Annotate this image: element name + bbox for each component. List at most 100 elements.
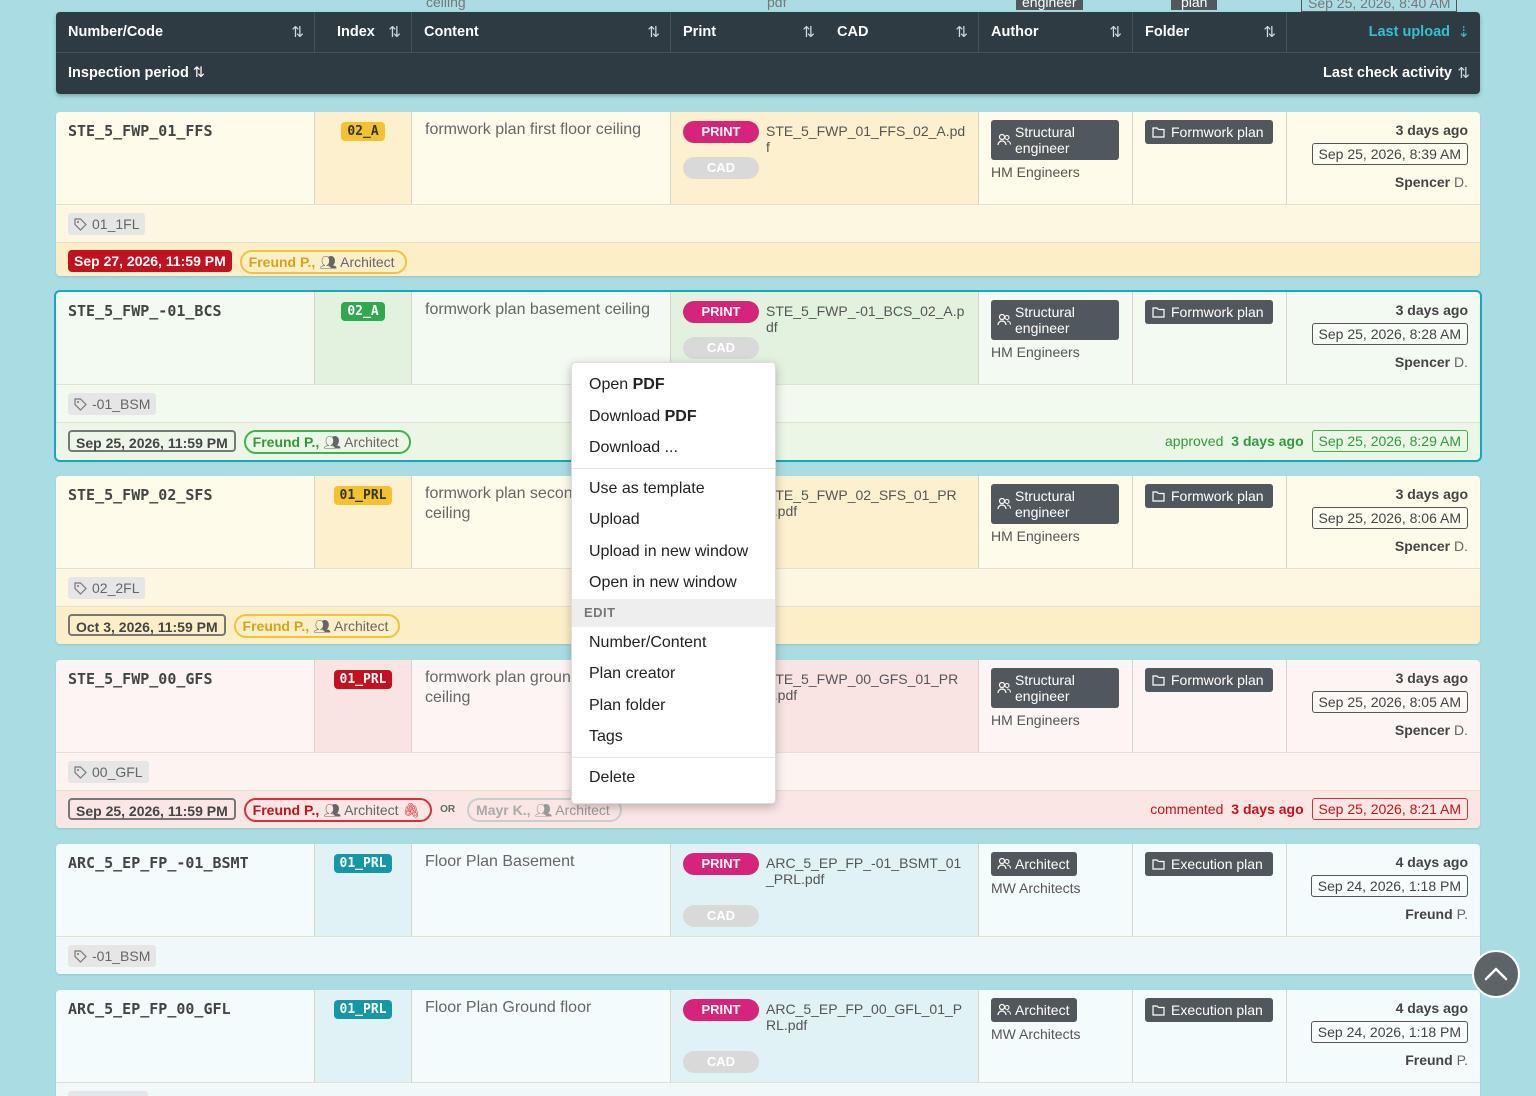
author-company: HM Engineers	[991, 164, 1080, 180]
folder-badge[interactable]: Formwork plan	[1145, 120, 1273, 144]
print-button[interactable]: PRINT	[683, 999, 759, 1021]
plan-number: STE_5_FWP_01_FFS	[56, 112, 315, 204]
table-header: Number/Code ⇅ Index ⇅ Content ⇅ Print ⇅ CAD ⇅…	[56, 12, 1480, 94]
folder-badge[interactable]: Execution plan	[1145, 852, 1273, 876]
users-icon: 👥︎	[534, 802, 553, 818]
cad-button: CAD	[683, 157, 759, 179]
print-filename[interactable]: ARC_5_EP_FP_-01_BSMT_01_PRL.pdf	[766, 855, 966, 887]
due-date: Oct 3, 2026, 11:59 PM	[68, 614, 226, 636]
print-filename[interactable]: STE_5_FWP_02_SFS_01_PRL.pdf	[766, 487, 966, 519]
ghost-author: engineer	[1016, 0, 1083, 10]
chevron-up-icon	[1484, 967, 1508, 981]
menu-open-pdf[interactable]: Open PDF	[572, 369, 775, 401]
header-author[interactable]: Author ⇅	[979, 12, 1133, 53]
header-print[interactable]: Print ⇅	[671, 12, 825, 53]
folder-icon	[1152, 675, 1165, 686]
uploader: Spencer D.	[1394, 538, 1468, 554]
index-badge: 01_PRL	[333, 486, 393, 505]
sort-icon: ⇅	[802, 24, 815, 41]
header-last-upload[interactable]: Last upload ⇣	[1287, 12, 1480, 53]
menu-upload[interactable]: Upload	[572, 504, 775, 536]
menu-divider	[572, 756, 775, 758]
tag-chip[interactable]: 01_1FL	[68, 213, 146, 235]
check-status: approved 3 days ago Sep 25, 2026, 8:29 A…	[1165, 430, 1468, 452]
menu-plan-creator[interactable]: Plan creator	[572, 658, 775, 690]
scroll-to-top-button[interactable]	[1472, 950, 1520, 998]
ghost-content: ceiling	[426, 0, 466, 10]
plan-number: STE_5_FWP_-01_BCS	[56, 292, 315, 384]
folder-badge[interactable]: Execution plan	[1145, 998, 1273, 1022]
due-date: Sep 27, 2026, 11:59 PM	[68, 250, 232, 272]
menu-tags[interactable]: Tags	[572, 721, 775, 753]
upload-ago: 3 days ago	[1395, 302, 1468, 318]
print-filename[interactable]: ARC_5_EP_FP_00_GFL_01_PRL.pdf	[766, 1001, 966, 1033]
print-filename[interactable]: STE_5_FWP_01_FFS_02_A.pdf	[766, 123, 966, 155]
menu-use-as-template[interactable]: Use as template	[572, 473, 775, 505]
menu-delete[interactable]: Delete	[572, 762, 775, 794]
uploader: Freund P.	[1405, 1052, 1468, 1068]
tag-icon	[74, 218, 87, 231]
folder-badge[interactable]: Formwork plan	[1145, 300, 1273, 324]
plan-number: ARC_5_EP_FP_00_GFL	[56, 990, 315, 1082]
ghost-folder: plan	[1171, 0, 1218, 10]
menu-number-content[interactable]: Number/Content	[572, 627, 775, 659]
menu-plan-folder[interactable]: Plan folder	[572, 690, 775, 722]
header-number[interactable]: Number/Code ⇅	[56, 12, 315, 53]
check-status: commented 3 days ago Sep 25, 2026, 8:21 …	[1150, 798, 1468, 820]
due-date: Sep 25, 2026, 11:59 PM	[68, 798, 236, 820]
folder-badge[interactable]: Formwork plan	[1145, 484, 1273, 508]
print-filename[interactable]: STE_5_FWP_-01_BCS_02_A.pdf	[766, 303, 966, 335]
upload-ago: 3 days ago	[1395, 486, 1468, 502]
menu-download-more[interactable]: Download ...	[572, 432, 775, 464]
status-label: commented	[1150, 801, 1224, 817]
header-folder[interactable]: Folder ⇅	[1133, 12, 1287, 53]
reviewer-chip[interactable]: Freund P., 👥︎ Architect 🖇︎	[243, 798, 433, 822]
tag-chip[interactable]: -01_BSM	[68, 945, 157, 967]
folder-badge[interactable]: Formwork plan	[1145, 668, 1273, 692]
plan-row[interactable]: ARC_5_EP_FP_-01_BSMT 01_PRL Floor Plan B…	[56, 844, 1480, 974]
print-filename[interactable]: STE_5_FWP_00_GFS_01_PRL.pdf	[766, 671, 966, 703]
header-inspection-period[interactable]: Inspection period ⇅	[56, 53, 256, 94]
upload-date: Sep 25, 2026, 8:39 AM	[1311, 143, 1468, 165]
status-date: Sep 25, 2026, 8:21 AM	[1311, 798, 1468, 820]
uploader: Spencer D.	[1394, 174, 1468, 190]
header-last-check[interactable]: Last check activity ⇅	[1256, 53, 1480, 94]
menu-upload-new-window[interactable]: Upload in new window	[572, 536, 775, 568]
header-content[interactable]: Content ⇅	[412, 12, 671, 53]
tag-chip[interactable]	[68, 1091, 148, 1096]
print-button[interactable]: PRINT	[683, 121, 759, 143]
upload-ago: 4 days ago	[1395, 1000, 1468, 1016]
header-index[interactable]: Index ⇅	[315, 12, 412, 53]
tag-icon	[74, 582, 87, 595]
status-date: Sep 25, 2026, 8:29 AM	[1311, 430, 1468, 452]
users-icon	[997, 313, 1011, 326]
users-icon	[997, 133, 1011, 146]
menu-open-new-window[interactable]: Open in new window	[572, 567, 775, 599]
sort-desc-icon: ⇣	[1457, 24, 1470, 41]
tag-chip[interactable]: -01_BSM	[68, 393, 157, 415]
status-label: approved	[1165, 433, 1224, 449]
paperclip-icon: 🖇︎	[402, 802, 421, 818]
reviewer-chip[interactable]: Freund P., 👥︎ Architect	[239, 250, 407, 274]
or-separator: OR	[440, 804, 456, 815]
menu-download-pdf[interactable]: Download PDF	[572, 401, 775, 433]
index-badge: 01_PRL	[333, 1000, 393, 1019]
tag-chip[interactable]: 00_GFL	[68, 761, 149, 783]
author-role-badge: Structural engineer	[991, 484, 1119, 524]
users-icon	[997, 1003, 1011, 1016]
reviewer-chip[interactable]: Freund P., 👥︎ Architect	[243, 430, 411, 454]
menu-section-edit: EDIT	[572, 598, 775, 627]
plan-row[interactable]: ARC_5_EP_FP_00_GFL 01_PRL Floor Plan Gro…	[56, 990, 1480, 1096]
plan-content: Floor Plan Ground floor	[412, 990, 671, 1082]
due-date: Sep 25, 2026, 11:59 PM	[68, 430, 236, 452]
reviewer-chip[interactable]: Freund P., 👥︎ Architect	[233, 614, 401, 638]
author-company: HM Engineers	[991, 712, 1080, 728]
ghost-date: Sep 25, 2026, 8:40 AM	[1301, 0, 1458, 12]
tag-chip[interactable]: 02_2FL	[68, 577, 146, 599]
plan-row[interactable]: STE_5_FWP_01_FFS 02_A formwork plan firs…	[56, 112, 1480, 276]
header-cad[interactable]: CAD ⇅	[825, 12, 979, 53]
author-company: MW Architects	[991, 880, 1081, 896]
print-button[interactable]: PRINT	[683, 853, 759, 875]
print-button[interactable]: PRINT	[683, 301, 759, 323]
folder-icon	[1152, 859, 1165, 870]
